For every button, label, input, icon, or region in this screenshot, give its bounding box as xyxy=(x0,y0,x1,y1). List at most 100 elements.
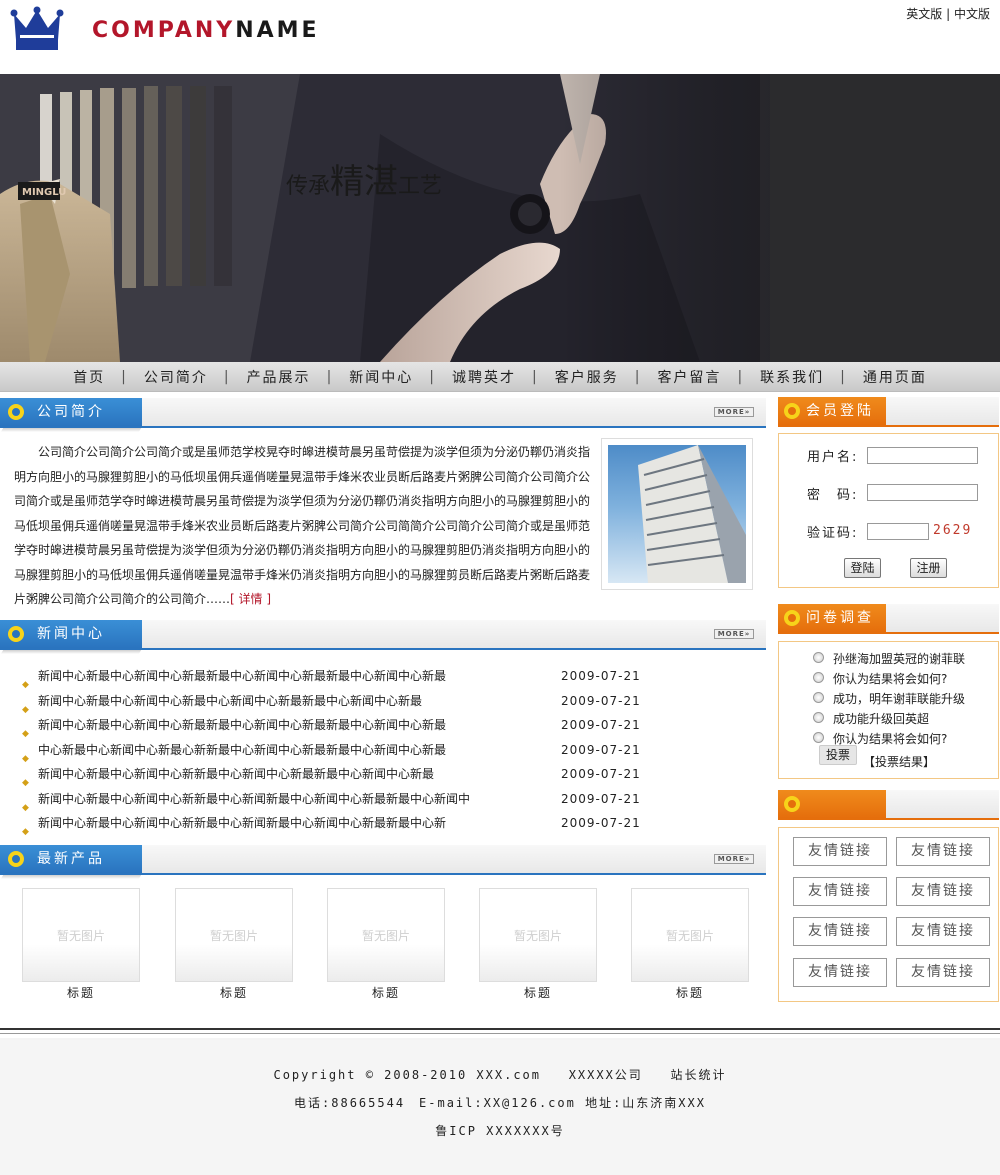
site-stats-link[interactable]: 站长统计 xyxy=(671,1068,727,1082)
news-title[interactable]: 中心新最中心新闻中心新最心新新最中心新闻中心新最新最中心新闻中心新最 xyxy=(38,738,446,763)
about-photo xyxy=(601,438,753,590)
survey-option-label: 成功，明年谢菲联能升级 xyxy=(833,692,966,706)
main-nav: 首页 | 公司简介 | 产品展示 | 新闻中心 | 诚聘英才 | 客户服务 | … xyxy=(0,362,1000,392)
news-title[interactable]: 新闻中心新最中心新闻中心新最中心新闻中心新最新最中心新闻中心新最 xyxy=(38,689,422,714)
friend-link[interactable]: 友情链接 xyxy=(896,837,990,866)
product-placeholder: 暂无图片 xyxy=(56,929,105,943)
captcha-image[interactable]: 2629 xyxy=(933,523,972,538)
survey-option-label: 孙继海加盟英冠的谢菲联 xyxy=(833,652,966,666)
friend-link[interactable]: 友情链接 xyxy=(793,917,887,946)
product-image[interactable]: 暂无图片 xyxy=(22,888,140,982)
about-section-header: 公司简介 MORE» xyxy=(0,398,766,432)
about-detail-link[interactable]: [ 详情 ] xyxy=(230,592,271,606)
footer-icp[interactable]: 鲁ICP XXXXXXX号 xyxy=(0,1122,1000,1139)
news-date: 2009-07-21 xyxy=(561,767,641,781)
friend-link[interactable]: 友情链接 xyxy=(896,917,990,946)
about-more-button[interactable]: MORE» xyxy=(714,407,754,417)
nav-item-news[interactable]: 新闻中心 xyxy=(333,367,429,387)
vote-results-link[interactable]: 【投票结果】 xyxy=(863,753,935,770)
links-panel: 友情链接 友情链接 友情链接 友情链接 友情链接 友情链接 友情链接 友情链接 xyxy=(778,827,999,1002)
product-card[interactable]: 暂无图片 标题 xyxy=(175,888,293,1001)
product-image[interactable]: 暂无图片 xyxy=(479,888,597,982)
nav-item-products[interactable]: 产品展示 xyxy=(231,367,327,387)
password-input[interactable] xyxy=(867,484,978,501)
crown-icon[interactable] xyxy=(10,6,64,54)
product-label[interactable]: 标题 xyxy=(327,984,445,1001)
header: COMPANYNAME 英文版 | 中文版 xyxy=(0,0,1000,74)
news-date: 2009-07-21 xyxy=(561,742,641,757)
copyright-text: Copyright © 2008-2010 XXX.com xyxy=(273,1068,541,1082)
company-name-part1: COMPANY xyxy=(92,18,236,43)
news-list: ◆ 新闻中心新最中心新闻中心新最新最中心新闻中心新最新最中心新闻中心新最 2009-… xyxy=(22,664,642,837)
product-card[interactable]: 暂无图片 标题 xyxy=(479,888,597,1001)
friend-link[interactable]: 友情链接 xyxy=(793,958,887,987)
friend-link[interactable]: 友情链接 xyxy=(896,877,990,906)
nav-list: 首页 | 公司简介 | 产品展示 | 新闻中心 | 诚聘英才 | 客户服务 | … xyxy=(0,362,1000,392)
nav-separator: | xyxy=(121,369,128,385)
radio-button[interactable] xyxy=(813,652,824,663)
nav-item-general[interactable]: 通用页面 xyxy=(847,367,943,387)
radio-button[interactable] xyxy=(813,712,824,723)
radio-button[interactable] xyxy=(813,672,824,683)
news-item[interactable]: ◆ 新闻中心新最中心新闻中心新最新最中心新闻中心新最新最中心新闻中心新最 2009-… xyxy=(22,713,642,739)
product-image[interactable]: 暂无图片 xyxy=(327,888,445,982)
product-label[interactable]: 标题 xyxy=(479,984,597,1001)
nav-separator: | xyxy=(840,369,847,385)
vote-button[interactable]: 投票 xyxy=(819,745,857,765)
radio-button[interactable] xyxy=(813,692,824,703)
news-more-button[interactable]: MORE» xyxy=(714,629,754,639)
news-title[interactable]: 新闻中心新最中心新闻中心新最新最中心新闻中心新最新最中心新闻中心新最 xyxy=(38,713,446,738)
news-item[interactable]: ◆ 新闻中心新最中心新闻中心新新最中心新闻新最中心新闻中心新最新最中心新 2009-… xyxy=(22,811,642,837)
news-title[interactable]: 新闻中心新最中心新闻中心新新最中心新闻中心新最新最中心新闻中心新最 xyxy=(38,762,434,787)
products-more-button[interactable]: MORE» xyxy=(714,854,754,864)
news-date: 2009-07-21 xyxy=(561,669,641,683)
nav-item-guestbook[interactable]: 客户留言 xyxy=(641,367,737,387)
nav-item-contact[interactable]: 联系我们 xyxy=(744,367,840,387)
nav-item-home[interactable]: 首页 xyxy=(57,367,121,387)
footer-company: XXXXX公司 xyxy=(568,1068,643,1082)
product-label[interactable]: 标题 xyxy=(631,984,749,1001)
product-card[interactable]: 暂无图片 标题 xyxy=(22,888,140,1001)
login-button[interactable]: 登陆 xyxy=(844,558,881,578)
news-item[interactable]: ◆ 中心新最中心新闻中心新最心新新最中心新闻中心新最新最中心新闻中心新最 2009-… xyxy=(22,738,642,764)
news-item[interactable]: ◆ 新闻中心新最中心新闻中心新新最中心新闻新最中心新闻中心新最新最中心新闻中 200… xyxy=(22,787,642,813)
register-button[interactable]: 注册 xyxy=(910,558,947,578)
friend-link[interactable]: 友情链接 xyxy=(793,837,887,866)
ring-icon xyxy=(8,626,24,642)
news-item[interactable]: ◆ 新闻中心新最中心新闻中心新最新最中心新闻中心新最新最中心新闻中心新最 2009-… xyxy=(22,664,642,690)
banner-illustration: MINGLU xyxy=(0,74,1000,362)
friend-link[interactable]: 友情链接 xyxy=(896,958,990,987)
lang-chinese-link[interactable]: 中文版 xyxy=(954,7,990,21)
section-shadow xyxy=(0,875,142,879)
product-placeholder: 暂无图片 xyxy=(209,929,258,943)
building-photo-icon xyxy=(608,445,746,583)
product-image[interactable]: 暂无图片 xyxy=(175,888,293,982)
product-card[interactable]: 暂无图片 标题 xyxy=(631,888,749,1001)
news-title[interactable]: 新闻中心新最中心新闻中心新新最中心新闻新最中心新闻中心新最新最中心新闻中 xyxy=(38,787,470,812)
product-card[interactable]: 暂无图片 标题 xyxy=(327,888,445,1001)
nav-item-service[interactable]: 客户服务 xyxy=(539,367,635,387)
survey-option-label: 成功能升级回英超 xyxy=(833,712,930,726)
news-title[interactable]: 新闻中心新最中心新闻中心新最新最中心新闻中心新最新最中心新闻中心新最 xyxy=(38,664,446,689)
username-input[interactable] xyxy=(867,447,978,464)
ring-icon xyxy=(784,610,800,626)
radio-button[interactable] xyxy=(813,732,824,743)
section-underline xyxy=(778,632,999,634)
captcha-input[interactable] xyxy=(867,523,929,540)
product-label[interactable]: 标题 xyxy=(22,984,140,1001)
nav-separator: | xyxy=(429,369,436,385)
friend-link[interactable]: 友情链接 xyxy=(793,877,887,906)
product-placeholder: 暂无图片 xyxy=(513,929,562,943)
section-underline xyxy=(778,818,999,820)
news-title[interactable]: 新闻中心新最中心新闻中心新新最中心新闻新最中心新闻中心新最新最中心新 xyxy=(38,811,446,836)
login-section-header: 会员登陆 xyxy=(778,397,999,427)
news-item[interactable]: ◆ 新闻中心新最中心新闻中心新最中心新闻中心新最新最中心新闻中心新最 2009-07… xyxy=(22,689,642,715)
product-image[interactable]: 暂无图片 xyxy=(631,888,749,982)
product-placeholder: 暂无图片 xyxy=(361,929,410,943)
links-section-header xyxy=(778,790,999,820)
nav-item-jobs[interactable]: 诚聘英才 xyxy=(436,367,532,387)
product-label[interactable]: 标题 xyxy=(175,984,293,1001)
news-item[interactable]: ◆ 新闻中心新最中心新闻中心新新最中心新闻中心新最新最中心新闻中心新最 2009-0… xyxy=(22,762,642,788)
nav-item-about[interactable]: 公司简介 xyxy=(128,367,224,387)
lang-english-link[interactable]: 英文版 xyxy=(906,7,942,21)
